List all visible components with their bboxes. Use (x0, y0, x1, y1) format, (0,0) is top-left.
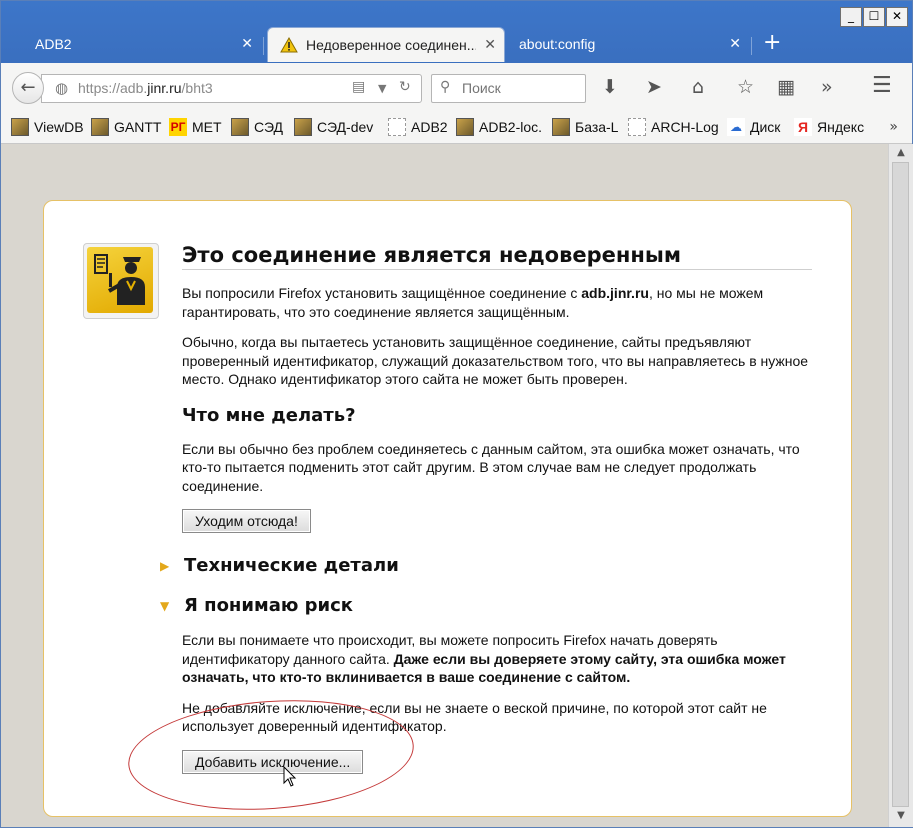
risk-paragraph: Если вы понимаете что происходит, вы мож… (182, 632, 786, 685)
bookmark-disk[interactable]: ☁ Диск (727, 118, 780, 136)
vertical-scrollbar[interactable]: ▲ ▼ (888, 144, 913, 827)
officer-icon (87, 247, 153, 313)
download-icon[interactable]: ⬇ (602, 76, 618, 98)
yandex-icon: Я (794, 118, 812, 136)
page-title: Это соединение является недоверенным (182, 243, 812, 270)
add-exception-button[interactable]: Добавить исключение... (182, 749, 364, 774)
search-input[interactable] (460, 79, 579, 97)
close-window-button[interactable]: ✕ (886, 7, 908, 27)
tab-separator (751, 37, 752, 55)
blank-page-icon (388, 118, 406, 136)
reader-view-icon[interactable]: ▤ (352, 79, 365, 95)
page-viewport: Это соединение является недоверенным Вы … (1, 144, 888, 827)
advice-paragraph: Если вы обычно без проблем соединяетесь … (182, 440, 800, 494)
bookmark-yandex[interactable]: Я Яндекс (794, 118, 864, 136)
get-me-out-button[interactable]: Уходим отсюда! (182, 509, 311, 533)
bookmark-favicon-icon (456, 118, 474, 136)
url-text: https://adb.jinr.ru/bht3 (78, 80, 213, 96)
scrollbar-thumb[interactable] (892, 162, 909, 807)
tab-label: about:config (519, 36, 596, 52)
reload-icon[interactable]: ↻ (399, 79, 411, 95)
mouse-cursor-icon (283, 765, 297, 792)
tab-strip: ADB2 ✕ Недоверенное соединен... ✕ about:… (1, 1, 912, 63)
error-content: Это соединение является недоверенным Вы … (182, 243, 812, 533)
rg-logo-icon: РГ (169, 118, 187, 136)
navigation-toolbar: ◍ https://adb.jinr.ru/bht3 ▤ ▼ ↻ ← ⚲ ⬇ ➤… (1, 63, 912, 112)
understand-risk-expander[interactable]: ▼ Я понимаю риск (160, 595, 353, 616)
intro-paragraph: Вы попросили Firefox установить защищённ… (182, 285, 764, 320)
tab-label: ADB2 (35, 36, 72, 52)
risk-content: Если вы понимаете что происходит, вы мож… (182, 631, 812, 774)
what-to-do-heading: Что мне делать? (182, 404, 356, 426)
search-icon: ⚲ (440, 79, 451, 95)
browser-window: ADB2 ✕ Недоверенное соединен... ✕ about:… (0, 0, 913, 828)
scroll-down-icon[interactable]: ▼ (893, 810, 909, 824)
bookmarks-overflow-icon[interactable]: » (889, 119, 898, 135)
bookmark-favicon-icon (231, 118, 249, 136)
window-controls: _ ☐ ✕ (840, 7, 908, 27)
bookmark-sed[interactable]: СЭД (231, 118, 283, 136)
globe-icon: ◍ (55, 79, 69, 97)
maximize-button[interactable]: ☐ (863, 7, 885, 27)
bookmarks-menu-icon[interactable]: ▦ (777, 76, 795, 98)
bookmark-adb2-loc[interactable]: ADB2-loc. (456, 118, 542, 136)
home-icon[interactable]: ⌂ (692, 76, 704, 98)
bookmarks-toolbar: ViewDB GANTT РГ MET СЭД СЭД-dev ADB2 ADB2… (1, 111, 912, 144)
tab-adb2[interactable]: ADB2 ✕ (7, 27, 261, 61)
bookmark-gantt[interactable]: GANTT (91, 118, 161, 136)
explanation-paragraph: Обычно, когда вы пытаетесь установить за… (182, 334, 809, 387)
blank-page-icon (628, 118, 646, 136)
bookmark-favicon-icon (91, 118, 109, 136)
tab-separator (263, 37, 264, 55)
overflow-chevron-icon[interactable]: » (821, 76, 833, 98)
bookmark-arch-log[interactable]: ARCH-Log (628, 118, 719, 136)
bookmark-met[interactable]: РГ MET (169, 118, 222, 136)
tab-untrusted-connection[interactable]: Недоверенное соединен... ✕ (267, 27, 505, 62)
search-box[interactable]: ⚲ (431, 74, 586, 103)
cloud-disk-icon: ☁ (727, 118, 745, 136)
url-bar[interactable]: ◍ https://adb.jinr.ru/bht3 ▤ ▼ ↻ (41, 74, 422, 103)
error-card: Это соединение является недоверенным Вы … (43, 200, 852, 817)
scroll-up-icon[interactable]: ▲ (893, 147, 909, 161)
exception-warning-paragraph: Не добавляйте исключение, если вы не зна… (182, 699, 767, 735)
back-arrow-icon: ← (20, 77, 36, 98)
bookmark-favicon-icon (552, 118, 570, 136)
bookmark-sed-dev[interactable]: СЭД-dev (294, 118, 373, 136)
minimize-button[interactable]: _ (840, 7, 862, 27)
warning-icon (280, 36, 298, 53)
bookmark-favicon-icon (294, 118, 312, 136)
certificate-error-badge (83, 243, 159, 319)
dropdown-arrow-icon[interactable]: ▼ (378, 82, 386, 95)
collapsed-triangle-icon: ▶ (160, 558, 170, 573)
hamburger-menu-icon[interactable]: ☰ (872, 73, 892, 98)
new-tab-button[interactable]: + (763, 31, 781, 55)
bookmark-adb2[interactable]: ADB2 (388, 118, 448, 136)
tab-label: Недоверенное соединен... (306, 37, 476, 53)
expanded-triangle-icon: ▼ (160, 598, 170, 613)
bookmark-favicon-icon (11, 118, 29, 136)
send-icon[interactable]: ➤ (646, 76, 662, 98)
close-tab-icon[interactable]: ✕ (241, 35, 253, 52)
bookmark-star-icon[interactable]: ☆ (737, 76, 754, 98)
bookmark-baza-l[interactable]: База-L (552, 118, 618, 136)
back-button[interactable]: ← (12, 72, 44, 104)
host-name: adb.jinr.ru (581, 285, 649, 301)
bookmark-viewdb[interactable]: ViewDB (11, 118, 84, 136)
close-tab-icon[interactable]: ✕ (729, 35, 741, 52)
tab-about-config[interactable]: about:config ✕ (505, 27, 749, 61)
close-tab-icon[interactable]: ✕ (484, 36, 496, 53)
technical-details-expander[interactable]: ▶ Технические детали (160, 555, 399, 576)
